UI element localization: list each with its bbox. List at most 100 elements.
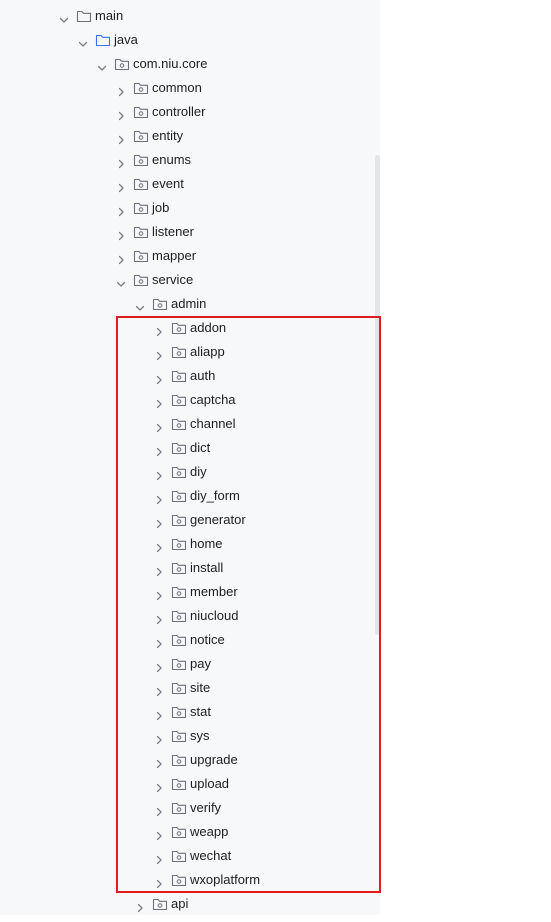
tree-node-admin[interactable]: admin (0, 292, 376, 316)
tree-node-listener[interactable]: listener (0, 220, 376, 244)
tree-node-label: auth (190, 368, 216, 383)
tree-node-diy-form[interactable]: diy_form (0, 484, 376, 508)
tree-node-pay[interactable]: pay (0, 652, 376, 676)
chevron-right-icon[interactable] (153, 538, 165, 553)
package-folder-icon (171, 512, 187, 528)
tree-node-member[interactable]: member (0, 580, 376, 604)
chevron-down-icon[interactable] (115, 274, 127, 287)
chevron-right-icon[interactable] (153, 730, 165, 745)
package-folder-icon (171, 488, 187, 504)
package-folder-icon (171, 872, 187, 888)
tree-node-home[interactable]: home (0, 532, 376, 556)
chevron-right-icon[interactable] (153, 658, 165, 673)
chevron-right-icon[interactable] (153, 874, 165, 889)
tree-node-service[interactable]: service (0, 268, 376, 292)
tree-node-generator[interactable]: generator (0, 508, 376, 532)
tree-node-notice[interactable]: notice (0, 628, 376, 652)
chevron-down-icon[interactable] (96, 58, 108, 71)
tree-node-label: aliapp (190, 344, 225, 359)
chevron-right-icon[interactable] (153, 778, 165, 793)
chevron-right-icon[interactable] (153, 418, 165, 433)
chevron-down-icon[interactable] (77, 34, 89, 47)
chevron-right-icon[interactable] (153, 850, 165, 865)
tree-node-label: upgrade (190, 752, 238, 767)
chevron-right-icon[interactable] (153, 322, 165, 337)
tree-node-auth[interactable]: auth (0, 364, 376, 388)
chevron-right-icon[interactable] (153, 562, 165, 577)
tree-node-dict[interactable]: dict (0, 436, 376, 460)
tree-node-niucloud[interactable]: niucloud (0, 604, 376, 628)
tree-node-event[interactable]: event (0, 172, 376, 196)
chevron-right-icon[interactable] (153, 346, 165, 361)
tree-node-entity[interactable]: entity (0, 124, 376, 148)
chevron-right-icon[interactable] (115, 130, 127, 145)
tree-node-label: common (152, 80, 202, 95)
chevron-right-icon[interactable] (115, 250, 127, 265)
chevron-right-icon[interactable] (153, 514, 165, 529)
chevron-right-icon[interactable] (115, 154, 127, 169)
tree-node-job[interactable]: job (0, 196, 376, 220)
chevron-right-icon[interactable] (115, 178, 127, 193)
chevron-down-icon[interactable] (58, 10, 70, 23)
tree-node-site[interactable]: site (0, 676, 376, 700)
chevron-right-icon[interactable] (153, 682, 165, 697)
chevron-right-icon[interactable] (153, 634, 165, 649)
tree-node-label: entity (152, 128, 184, 143)
tree-node-enums[interactable]: enums (0, 148, 376, 172)
tree-node-mapper[interactable]: mapper (0, 244, 376, 268)
package-folder-icon (133, 248, 149, 264)
tree-node-install[interactable]: install (0, 556, 376, 580)
chevron-right-icon[interactable] (153, 826, 165, 841)
chevron-right-icon[interactable] (153, 370, 165, 385)
tree-node-upload[interactable]: upload (0, 772, 376, 796)
package-folder-icon (171, 848, 187, 864)
tree-node-stat[interactable]: stat (0, 700, 376, 724)
chevron-right-icon[interactable] (153, 610, 165, 625)
tree-node-diy[interactable]: diy (0, 460, 376, 484)
chevron-right-icon[interactable] (153, 586, 165, 601)
tree-node-java[interactable]: java (0, 28, 376, 52)
tree-node-label: controller (152, 104, 206, 119)
package-folder-icon (171, 752, 187, 768)
tree-node-com-niu-core[interactable]: com.niu.core (0, 52, 376, 76)
tree-node-api[interactable]: api (0, 892, 376, 916)
package-folder-icon (114, 56, 130, 72)
tree-node-wechat[interactable]: wechat (0, 844, 376, 868)
tree-node-label: service (152, 272, 194, 287)
chevron-down-icon[interactable] (134, 298, 146, 311)
chevron-right-icon[interactable] (115, 226, 127, 241)
tree-node-label: stat (190, 704, 211, 719)
tree-node-verify[interactable]: verify (0, 796, 376, 820)
tree-node-controller[interactable]: controller (0, 100, 376, 124)
tree-node-channel[interactable]: channel (0, 412, 376, 436)
tree-node-weapp[interactable]: weapp (0, 820, 376, 844)
chevron-right-icon[interactable] (134, 898, 146, 913)
chevron-right-icon[interactable] (115, 106, 127, 121)
folder-icon (76, 8, 92, 24)
chevron-right-icon[interactable] (153, 706, 165, 721)
tree-node-label: listener (152, 224, 194, 239)
chevron-right-icon[interactable] (153, 394, 165, 409)
chevron-right-icon[interactable] (153, 802, 165, 817)
chevron-right-icon[interactable] (115, 202, 127, 217)
vertical-scrollbar[interactable] (375, 155, 380, 635)
package-folder-icon (171, 392, 187, 408)
chevron-right-icon[interactable] (115, 82, 127, 97)
tree-node-common[interactable]: common (0, 76, 376, 100)
tree-node-captcha[interactable]: captcha (0, 388, 376, 412)
package-folder-icon (171, 560, 187, 576)
tree-node-addon[interactable]: addon (0, 316, 376, 340)
chevron-right-icon[interactable] (153, 754, 165, 769)
tree-node-main[interactable]: main (0, 4, 376, 28)
chevron-right-icon[interactable] (153, 442, 165, 457)
tree-node-upgrade[interactable]: upgrade (0, 748, 376, 772)
tree-node-label: diy_form (190, 488, 240, 503)
tree-node-label: job (152, 200, 170, 215)
tree-node-aliapp[interactable]: aliapp (0, 340, 376, 364)
chevron-right-icon[interactable] (153, 466, 165, 481)
tree-node-wxoplatform[interactable]: wxoplatform (0, 868, 376, 892)
tree-node-sys[interactable]: sys (0, 724, 376, 748)
tree-node-label: admin (171, 296, 207, 311)
chevron-right-icon[interactable] (153, 490, 165, 505)
package-folder-icon (171, 344, 187, 360)
